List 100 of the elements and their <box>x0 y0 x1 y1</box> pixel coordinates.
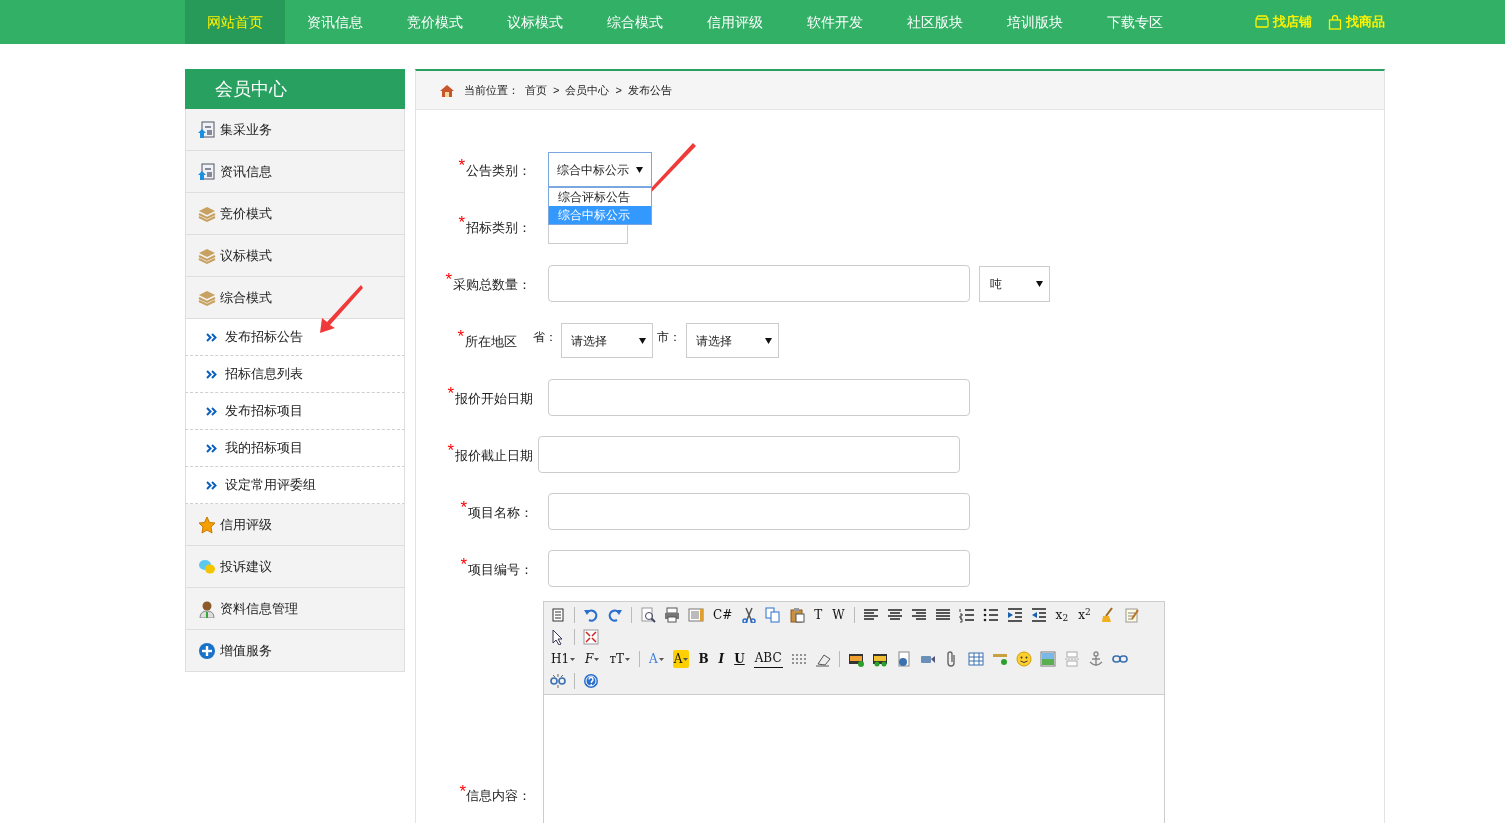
unlink-icon[interactable] <box>550 673 566 689</box>
preview-icon[interactable] <box>640 607 656 623</box>
star-icon <box>198 515 216 534</box>
double-chevron-icon <box>206 406 217 416</box>
image-icon[interactable] <box>1039 651 1056 667</box>
toolbar-button[interactable]: T <box>813 606 824 624</box>
submenu-item[interactable]: 设定常用评委组 <box>185 467 405 504</box>
required-asterisk: * <box>459 785 466 799</box>
city-select[interactable]: 请选择 <box>686 323 779 358</box>
sidebar-item[interactable]: 议标模式 <box>185 235 405 277</box>
required-asterisk: * <box>447 386 454 401</box>
breadcrumb-separator: > <box>615 82 622 98</box>
required-asterisk: * <box>460 557 467 572</box>
input-field[interactable] <box>548 379 970 416</box>
submenu-item[interactable]: 发布招标项目 <box>185 393 405 430</box>
sidebar-item[interactable]: 资讯信息 <box>185 151 405 193</box>
province-select[interactable]: 请选择 <box>561 323 653 358</box>
toolbar-button[interactable]: x$^{2}$ <box>1077 606 1092 624</box>
breadcrumb-link[interactable]: 发布公告 <box>627 81 672 99</box>
submenu-item[interactable]: 招标信息列表 <box>185 356 405 393</box>
insert-image-icon[interactable] <box>847 651 864 667</box>
sidebar-item[interactable]: 投诉建议 <box>185 546 405 588</box>
align-center-icon[interactable] <box>886 607 903 623</box>
printer-icon[interactable] <box>664 607 680 623</box>
double-chevron-icon <box>206 369 217 379</box>
cut-icon[interactable] <box>741 607 758 623</box>
toolbar-button[interactable]: A <box>648 650 665 668</box>
toolbar-button[interactable]: ABC <box>753 650 783 668</box>
input-field[interactable] <box>548 265 970 302</box>
outdent-icon[interactable] <box>1030 607 1047 623</box>
paste-icon[interactable] <box>789 607 806 623</box>
store-icon <box>1255 14 1269 30</box>
toolbar-button[interactable]: x$_{2}$ <box>1054 606 1070 624</box>
source-icon[interactable] <box>550 607 566 623</box>
sidebar-item[interactable]: 资料信息管理 <box>185 588 405 630</box>
rich-text-editor[interactable]: C# T W x$_{2}$ x$^{2}$ H1 F тT A A B I U ABC <box>543 601 1165 823</box>
toolbar-button[interactable]: I <box>717 650 726 668</box>
unit-select[interactable]: 吨 <box>979 265 1050 302</box>
home-icon <box>440 83 454 97</box>
city-label: 市： <box>657 329 681 346</box>
sidebar-item[interactable]: 集采业务 <box>185 109 405 151</box>
bullet-list-icon[interactable] <box>982 607 999 623</box>
anchor-icon[interactable] <box>1087 651 1104 667</box>
smiley-icon[interactable] <box>1015 651 1032 667</box>
align-left-icon[interactable] <box>862 607 879 623</box>
fullscreen-icon[interactable] <box>583 629 599 645</box>
input-field[interactable] <box>548 493 970 530</box>
flash-file-icon[interactable] <box>895 651 912 667</box>
redo-icon[interactable] <box>607 607 623 623</box>
select-field[interactable]: 综合中标公示 <box>548 152 652 187</box>
breadcrumb-link[interactable]: 首页 <box>525 81 547 99</box>
input-field[interactable] <box>548 550 970 587</box>
required-asterisk: * <box>457 329 464 344</box>
toolbar-button[interactable]: C# <box>712 606 734 624</box>
toolbar-button[interactable]: B <box>697 650 710 668</box>
caret-icon <box>636 166 643 173</box>
table-icon[interactable] <box>967 651 984 667</box>
dropdown-option[interactable]: 综合评标公告 <box>549 188 651 206</box>
sidebar-item[interactable]: 增值服务 <box>185 630 405 672</box>
layers-icon <box>198 204 216 223</box>
numbered-list-icon[interactable] <box>958 607 975 623</box>
help-icon[interactable] <box>583 673 599 689</box>
sidebar-item[interactable]: 综合模式 <box>185 277 405 319</box>
justify-icon[interactable] <box>934 607 951 623</box>
horizontal-rule-icon[interactable] <box>790 651 807 667</box>
align-right-icon[interactable] <box>910 607 927 623</box>
breadcrumb-link[interactable]: 会员中心 <box>565 81 610 99</box>
double-chevron-icon <box>206 443 217 453</box>
field-label: 招标类别： <box>466 218 531 237</box>
copy-icon[interactable] <box>765 607 782 623</box>
caret-icon <box>683 657 689 661</box>
broom-icon[interactable] <box>1099 607 1116 623</box>
toolbar-button[interactable]: W <box>831 606 846 624</box>
insert-line-icon[interactable] <box>991 651 1008 667</box>
indent-icon[interactable] <box>1006 607 1023 623</box>
field-label: 报价截止日期 <box>455 446 533 465</box>
toolbar-button[interactable]: U <box>733 650 746 668</box>
submenu-item[interactable]: 发布招标公告 <box>185 319 405 356</box>
sidebar-title: 会员中心 <box>185 69 405 109</box>
sidebar-item[interactable]: 信用评级 <box>185 504 405 546</box>
caret-icon <box>594 657 600 661</box>
toolbar-button[interactable]: тT <box>608 650 632 668</box>
toolbar-button[interactable]: H1 <box>550 650 577 668</box>
field-label: 报价开始日期 <box>455 389 533 408</box>
breadcrumb-label: 当前位置： <box>464 82 519 98</box>
note-edit-icon[interactable] <box>1123 607 1140 623</box>
undo-icon[interactable] <box>583 607 599 623</box>
province-label: 省： <box>533 329 557 346</box>
toolbar-button[interactable]: F <box>584 650 601 668</box>
multiple-images-icon[interactable] <box>871 651 888 667</box>
layers-icon <box>198 288 216 307</box>
document-icon <box>198 162 216 181</box>
sidebar-item[interactable]: 竞价模式 <box>185 193 405 235</box>
submenu-item[interactable]: 我的招标项目 <box>185 430 405 467</box>
field-label: 采购总数量： <box>453 275 531 294</box>
breadcrumb-separator: > <box>553 82 560 98</box>
arrow-annotation <box>320 285 363 333</box>
input-field[interactable] <box>538 436 960 473</box>
required-asterisk: * <box>458 215 465 230</box>
toolbar-button[interactable]: A <box>672 650 690 668</box>
